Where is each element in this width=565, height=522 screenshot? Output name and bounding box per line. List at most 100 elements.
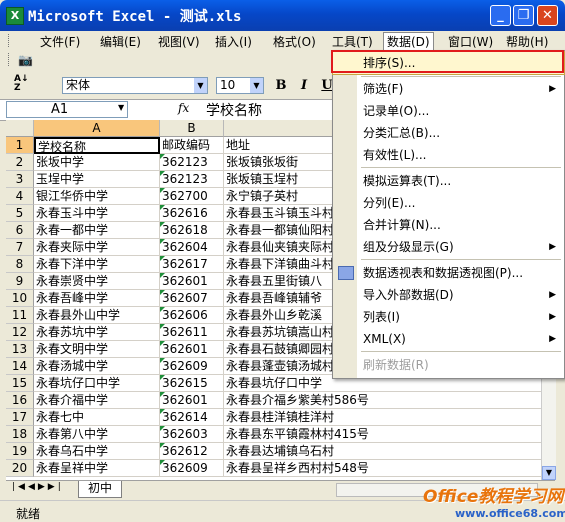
row-header[interactable]: 4: [6, 188, 34, 205]
cell-b[interactable]: 362611: [160, 324, 224, 341]
chevron-down-icon[interactable]: ▼: [194, 78, 207, 93]
row-header[interactable]: 5: [6, 205, 34, 222]
cell-b[interactable]: 362604: [160, 239, 224, 256]
cell-a[interactable]: 学校名称: [34, 137, 160, 154]
cell-a[interactable]: 永春吾峰中学: [34, 290, 160, 307]
cell-c[interactable]: 永春县东平镇霞林村415号: [224, 426, 547, 443]
cell-a[interactable]: 永春文明中学: [34, 341, 160, 358]
row-header[interactable]: 15: [6, 375, 34, 392]
close-button[interactable]: ✕: [537, 5, 558, 26]
font-size-select[interactable]: 10 ▼: [216, 77, 264, 94]
cell-a[interactable]: 永春县外山中学: [34, 307, 160, 324]
cell-b[interactable]: 362612: [160, 443, 224, 460]
data-menu-item[interactable]: 列表(I) ▶: [333, 306, 564, 328]
cell-a[interactable]: 永春一都中学: [34, 222, 160, 239]
data-menu-item[interactable]: 分类汇总(B)...: [333, 122, 564, 144]
data-menu-item[interactable]: 导入外部数据(D) ▶: [333, 284, 564, 306]
cell-c[interactable]: 永春县呈祥乡西村村548号: [224, 460, 547, 477]
menubar-grip[interactable]: [8, 34, 12, 47]
data-menu-item[interactable]: 有效性(L)...: [333, 144, 564, 166]
row-header[interactable]: 10: [6, 290, 34, 307]
cell-b[interactable]: 362607: [160, 290, 224, 307]
row-header[interactable]: 12: [6, 324, 34, 341]
menu-tools[interactable]: 工具(T): [332, 33, 373, 50]
excel-app-icon[interactable]: X: [6, 7, 24, 25]
row-header[interactable]: 17: [6, 409, 34, 426]
cell-c[interactable]: 永春县桂洋镇桂洋村: [224, 409, 547, 426]
sheet-nav-arrows-icon[interactable]: |◀◀▶▶|: [12, 482, 64, 492]
cell-a[interactable]: 永春崇贤中学: [34, 273, 160, 290]
formula-content[interactable]: 学校名称: [206, 100, 262, 120]
cell-b[interactable]: 362609: [160, 460, 224, 477]
cell-a[interactable]: 玉埕中学: [34, 171, 160, 188]
row-header[interactable]: 13: [6, 341, 34, 358]
cell-a[interactable]: 张坂中学: [34, 154, 160, 171]
cell-b[interactable]: 362618: [160, 222, 224, 239]
cell-a[interactable]: 永春苏坑中学: [34, 324, 160, 341]
column-header-b[interactable]: B: [160, 120, 224, 137]
cell-a[interactable]: 永春乌石中学: [34, 443, 160, 460]
select-all-corner[interactable]: [6, 120, 34, 137]
menu-insert[interactable]: 插入(I): [215, 33, 252, 50]
row-header[interactable]: 1: [6, 137, 34, 154]
cell-b[interactable]: 362615: [160, 375, 224, 392]
menu-edit[interactable]: 编辑(E): [100, 33, 141, 50]
data-menu-item[interactable]: 筛选(F) ▶: [333, 78, 564, 100]
data-menu-item[interactable]: 组及分级显示(G) ▶: [333, 236, 564, 258]
cell-b[interactable]: 362123: [160, 154, 224, 171]
title-bar[interactable]: X Microsoft Excel - 测试.xls _ ❐ ✕: [0, 0, 565, 31]
menu-help[interactable]: 帮助(H): [506, 33, 548, 50]
column-header-a[interactable]: A: [34, 120, 160, 137]
menu-view[interactable]: 视图(V): [158, 33, 200, 50]
bold-button[interactable]: B: [274, 78, 288, 94]
cell-a[interactable]: 银江华侨中学: [34, 188, 160, 205]
row-header[interactable]: 9: [6, 273, 34, 290]
cell-a[interactable]: 永春坑仔口中学: [34, 375, 160, 392]
scroll-down-icon[interactable]: ▼: [542, 466, 556, 480]
cell-b[interactable]: 362616: [160, 205, 224, 222]
cell-a[interactable]: 永春介福中学: [34, 392, 160, 409]
cell-c[interactable]: 永春县介福乡紫美村586号: [224, 392, 547, 409]
row-header[interactable]: 6: [6, 222, 34, 239]
row-header[interactable]: 20: [6, 460, 34, 477]
toolbar-grip[interactable]: [8, 53, 12, 66]
cell-b[interactable]: 362601: [160, 341, 224, 358]
row-header[interactable]: 2: [6, 154, 34, 171]
cell-a[interactable]: 永春呈祥中学: [34, 460, 160, 477]
restore-button[interactable]: ❐: [513, 5, 534, 26]
data-menu-item[interactable]: 记录单(O)...: [333, 100, 564, 122]
row-header[interactable]: 14: [6, 358, 34, 375]
row-header[interactable]: 7: [6, 239, 34, 256]
row-header[interactable]: 11: [6, 307, 34, 324]
cell-a[interactable]: 永春玉斗中学: [34, 205, 160, 222]
sort-ascending-icon[interactable]: A↓ Z: [14, 75, 29, 93]
row-header[interactable]: 18: [6, 426, 34, 443]
cell-b[interactable]: 362606: [160, 307, 224, 324]
chevron-down-icon[interactable]: ▼: [250, 78, 263, 93]
data-menu-item[interactable]: 数据透视表和数据透视图(P)...: [333, 262, 564, 284]
menu-data[interactable]: 数据(D): [383, 32, 434, 50]
italic-button[interactable]: I: [297, 78, 311, 94]
font-name-select[interactable]: 宋体 ▼: [62, 77, 208, 94]
menu-format[interactable]: 格式(O): [273, 33, 316, 50]
cell-a[interactable]: 永春夹际中学: [34, 239, 160, 256]
row-header[interactable]: 3: [6, 171, 34, 188]
cell-a[interactable]: 永春第八中学: [34, 426, 160, 443]
minimize-button[interactable]: _: [490, 5, 511, 26]
sheet-tab-junior[interactable]: 初中: [78, 481, 122, 498]
cell-b[interactable]: 邮政编码: [160, 137, 224, 154]
cell-b[interactable]: 362609: [160, 358, 224, 375]
cell-b[interactable]: 362614: [160, 409, 224, 426]
name-box[interactable]: A1: [6, 101, 128, 118]
data-menu-item[interactable]: 合并计算(N)...: [333, 214, 564, 236]
camera-icon[interactable]: 📷: [18, 53, 33, 67]
menu-file[interactable]: 文件(F): [40, 33, 80, 50]
row-header[interactable]: 16: [6, 392, 34, 409]
cell-c[interactable]: 永春县达埔镇乌石村: [224, 443, 547, 460]
data-menu-item[interactable]: 分列(E)...: [333, 192, 564, 214]
cell-a[interactable]: 永春汤城中学: [34, 358, 160, 375]
cell-b[interactable]: 362700: [160, 188, 224, 205]
row-header[interactable]: 8: [6, 256, 34, 273]
data-menu-item[interactable]: XML(X) ▶: [333, 328, 564, 350]
cell-a[interactable]: 永春下洋中学: [34, 256, 160, 273]
